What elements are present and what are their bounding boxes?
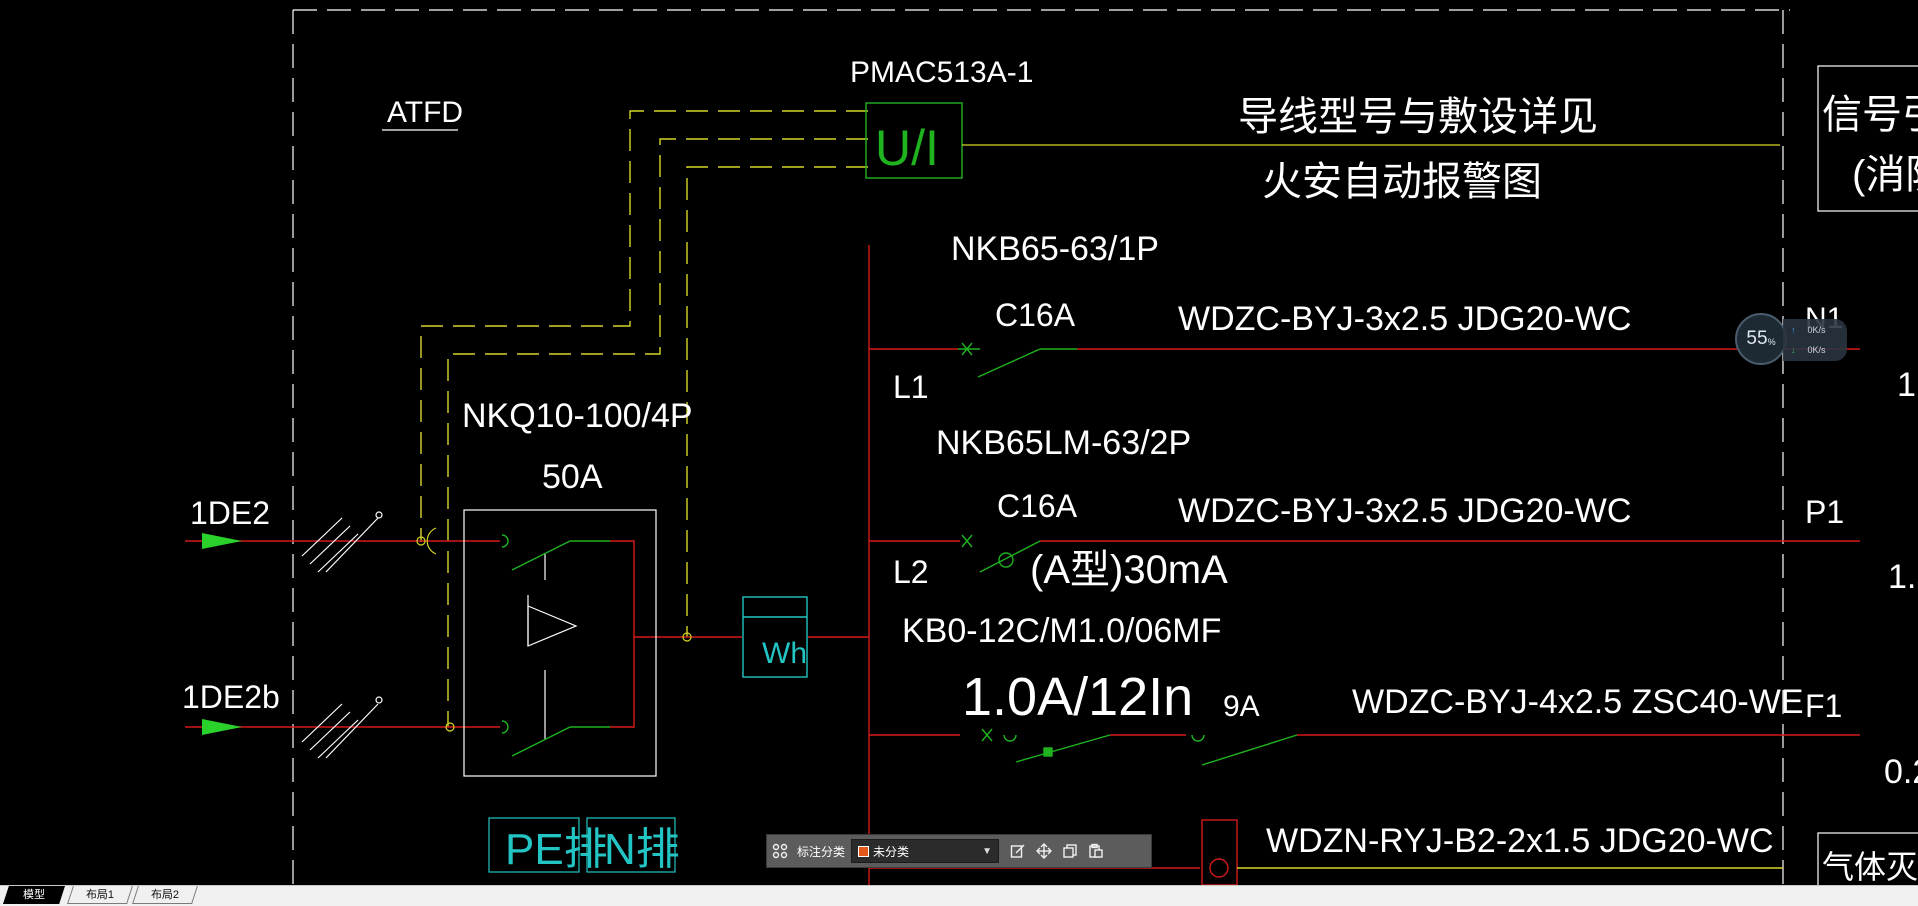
main-breaker-contact-2 <box>501 720 509 734</box>
breaker-3-blade <box>1015 734 1111 763</box>
wiring-note-line2: 火安自动报警图 <box>1262 160 1542 204</box>
breaker-out-line <box>610 540 635 728</box>
circuit-1-phase: L1 <box>893 369 929 405</box>
incoming-1-label: 1DE2 <box>190 495 270 531</box>
main-breaker-box <box>463 509 657 777</box>
layout-tab-bar: 模型 布局1 布局2 <box>0 885 1918 906</box>
breaker-2-rcd <box>998 552 1014 568</box>
tab-layout-2-label: 布局2 <box>150 889 180 901</box>
monitor-box-label: U/I <box>875 120 939 176</box>
circuit-3-id: F1 <box>1805 688 1842 724</box>
panel-name: ATFD <box>387 96 463 129</box>
feeder-1-hatch-dot <box>375 511 383 519</box>
feeder-2-arrow <box>202 719 242 735</box>
circuit-2-cable: WDZC-BYJ-3x2.5 JDG20-WC <box>1178 492 1631 530</box>
move-icon[interactable] <box>1031 838 1057 864</box>
circuit-2-id: P1 <box>1805 494 1844 530</box>
feeder-1-hatch-1 <box>301 517 343 557</box>
edit-icon[interactable] <box>1005 838 1031 864</box>
signal-note-line1: 信号引到消 <box>1822 93 1918 137</box>
circuit-4-box-label: 气体灭火控 <box>1822 849 1918 885</box>
wiring-note-line1: 导线型号与敷设详见 <box>1238 95 1598 139</box>
pe-bar-label: PE排 <box>505 825 608 874</box>
download-speed: 0K/s <box>1807 345 1826 355</box>
feeder-1-hatch-2 <box>309 525 351 565</box>
feeder-2-hatch-3 <box>317 719 359 759</box>
annotation-category-toolbar: 标注分类 未分类 ▼ <box>766 834 1152 868</box>
tab-layout-1[interactable]: 布局1 <box>67 886 133 904</box>
circuit-3-rating: 9A <box>1223 690 1260 723</box>
monitor-module-label: PMAC513A-1 <box>850 56 1033 89</box>
network-speed-panel: ↑ 0K/s ↓ 0K/s <box>1783 319 1847 361</box>
grid-icon[interactable] <box>767 838 793 864</box>
circuit-2-load: 1.5 <box>1888 558 1918 596</box>
tab-model-label: 模型 <box>23 889 45 901</box>
network-speed-widget[interactable]: 55% ↑ 0K/s ↓ 0K/s <box>1735 313 1850 367</box>
feeder-2-hatch-dot <box>375 696 383 704</box>
circuit-3-load: 0.2 <box>1884 753 1918 791</box>
circuit-4-circle <box>1209 858 1229 878</box>
circuit-3-setting: 1.0A/12In <box>962 667 1193 727</box>
circuit-2-phase: L2 <box>893 554 929 590</box>
circuit-2-rating: C16A <box>997 488 1078 524</box>
circuit-4-cable: WDZN-RYJ-B2-2x1.5 JDG20-WC <box>1266 822 1774 860</box>
circuit-1-load: 1K <box>1897 366 1918 404</box>
main-breaker-blade-1 <box>511 540 571 571</box>
main-breaker-model: NKQ10-100/4P <box>462 397 693 435</box>
chevron-down-icon: ▼ <box>982 845 993 857</box>
breaker-3-arc <box>1003 734 1017 742</box>
circuit-3-cable: WDZC-BYJ-4x2.5 ZSC40-WE <box>1352 683 1804 721</box>
annotation-category-select[interactable]: 未分类 ▼ <box>851 839 1000 863</box>
circuit-4-box <box>1201 819 1238 885</box>
annotation-category-label: 标注分类 <box>797 844 846 859</box>
incoming-2-label: 1DE2b <box>182 679 280 715</box>
cad-viewport[interactable]: ATFD PMAC513A-1 U/I 导线型号与敷设详见 火安自动报警图 信号… <box>0 0 1918 885</box>
network-usage-gauge[interactable]: 55% <box>1735 313 1787 365</box>
signal-line-3 <box>686 166 868 637</box>
breaker-4-blade <box>1201 734 1298 766</box>
tab-layout-1-label: 布局1 <box>85 889 115 901</box>
feeder-2-hatch-1 <box>301 703 343 743</box>
circuit-3-breaker: KB0-12C/M1.0/06MF <box>902 612 1221 650</box>
main-breaker-contact-1 <box>501 534 509 548</box>
feeder-1-arrow <box>202 533 242 549</box>
network-usage-percent-sign: % <box>1767 337 1776 347</box>
network-usage-percent: 55 <box>1746 328 1768 349</box>
circuit-2-rcd: (A型)30mA <box>1030 548 1228 592</box>
annotation-category-value: 未分类 <box>873 844 910 859</box>
breaker-4-arc <box>1191 734 1205 742</box>
category-color-swatch <box>858 845 870 857</box>
breaker-3-block <box>1043 747 1053 757</box>
signal-note-line2: (消防电 <box>1852 153 1918 197</box>
cad-drawing: ATFD PMAC513A-1 U/I 导线型号与敷设详见 火安自动报警图 信号… <box>182 9 1918 885</box>
main-breaker-blade-2 <box>511 726 571 757</box>
breaker-1-blade <box>977 348 1041 378</box>
upload-arrow-icon: ↑ <box>1791 325 1796 335</box>
circuit-1-rating: C16A <box>995 297 1076 333</box>
circuit-2-breaker: NKB65LM-63/2P <box>936 424 1191 462</box>
feeder-1-hatch-3 <box>317 533 359 573</box>
download-arrow-icon: ↓ <box>1791 345 1796 355</box>
paste-icon[interactable] <box>1083 838 1109 864</box>
circuit-1-breaker: NKB65-63/1P <box>951 230 1159 268</box>
n-bar-label: N排 <box>604 825 680 874</box>
tab-model[interactable]: 模型 <box>3 886 65 904</box>
meter-label: Wh <box>762 637 807 670</box>
feeder-2-hatch-2 <box>309 711 351 751</box>
signal-line-1 <box>420 110 868 542</box>
main-breaker-rating: 50A <box>542 458 603 496</box>
circuit-1-cable: WDZC-BYJ-3x2.5 JDG20-WC <box>1178 300 1631 338</box>
trip-unit-triangle <box>527 605 578 647</box>
tab-layout-2[interactable]: 布局2 <box>132 886 198 904</box>
upload-speed: 0K/s <box>1807 325 1826 335</box>
copy-icon[interactable] <box>1057 838 1083 864</box>
